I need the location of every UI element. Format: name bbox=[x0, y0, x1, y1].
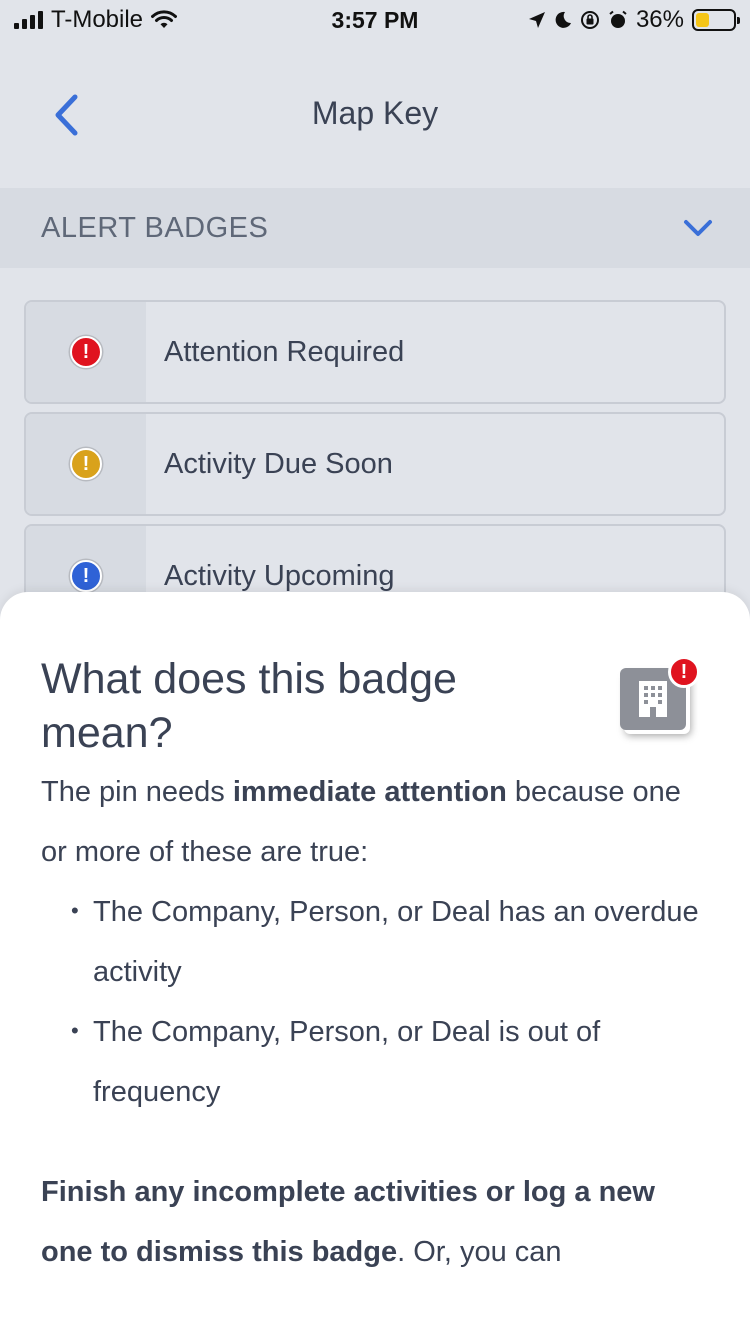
sheet-body: The pin needs immediate attention becaus… bbox=[41, 762, 710, 1282]
exclamation-icon: ! bbox=[70, 448, 102, 480]
wifi-icon bbox=[151, 10, 178, 28]
status-bar-left: T-Mobile bbox=[14, 6, 178, 34]
intro-text: The pin needs bbox=[41, 776, 233, 808]
alert-badges-section-header[interactable]: ALERT BADGES bbox=[0, 188, 750, 268]
back-button[interactable] bbox=[44, 90, 88, 140]
chevron-down-icon[interactable] bbox=[682, 217, 714, 239]
note-bold-text: Finish any incomplete activities or log … bbox=[41, 1176, 655, 1268]
badge-icon-cell: ! bbox=[26, 414, 146, 514]
building-pin-icon: ! bbox=[620, 656, 700, 734]
list-item: The Company, Person, or Deal has an over… bbox=[71, 881, 710, 1002]
list-item: The Company, Person, or Deal is out of f… bbox=[71, 1001, 710, 1122]
badge-icon-cell: ! bbox=[26, 302, 146, 402]
exclamation-icon: ! bbox=[70, 336, 102, 368]
battery-icon bbox=[692, 9, 740, 31]
rotation-lock-icon bbox=[580, 11, 599, 29]
dismiss-note: Finish any incomplete activities or log … bbox=[41, 1162, 710, 1282]
badge-label: Activity Due Soon bbox=[164, 447, 393, 480]
badge-label: Attention Required bbox=[164, 335, 405, 368]
status-bar: T-Mobile 3:57 PM 36% bbox=[0, 0, 750, 40]
location-icon bbox=[528, 12, 545, 28]
reason-list: The Company, Person, or Deal has an over… bbox=[41, 881, 710, 1122]
page-title: Map Key bbox=[311, 94, 439, 131]
carrier-label: T-Mobile bbox=[51, 6, 144, 33]
moon-icon bbox=[555, 11, 571, 28]
battery-percent: 36% bbox=[635, 6, 684, 33]
exclamation-icon: ! bbox=[70, 560, 102, 592]
section-title: ALERT BADGES bbox=[41, 211, 269, 244]
sheet-intro: The pin needs immediate attention becaus… bbox=[41, 762, 710, 882]
sheet-title: What does this badge mean? bbox=[41, 655, 457, 757]
status-bar-right: 36% bbox=[528, 6, 740, 34]
badge-info-sheet[interactable]: What does this badge mean? ! The pin nee… bbox=[0, 592, 750, 1334]
intro-bold-text: immediate attention bbox=[232, 776, 507, 808]
signal-icon bbox=[14, 11, 43, 29]
badge-list: ! Attention Required ! Activity Due Soon… bbox=[24, 300, 726, 636]
nav-header: Map Key bbox=[0, 40, 750, 188]
badge-row-attention-required[interactable]: ! Attention Required bbox=[24, 300, 726, 404]
badge-row-activity-due-soon[interactable]: ! Activity Due Soon bbox=[24, 412, 726, 516]
alarm-icon bbox=[609, 10, 627, 28]
building-icon bbox=[639, 681, 667, 717]
note-text: . Or, you can bbox=[397, 1236, 562, 1268]
pin-alert-badge: ! bbox=[668, 656, 700, 688]
battery-fill bbox=[696, 13, 709, 27]
chevron-left-icon bbox=[55, 94, 78, 136]
